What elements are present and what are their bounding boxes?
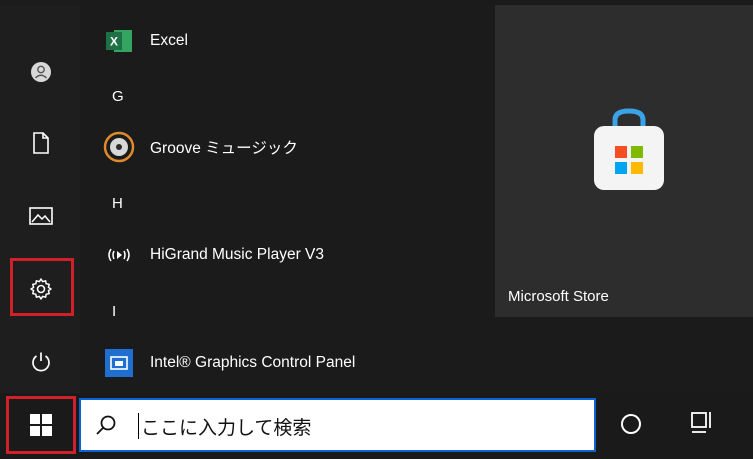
- windows-logo-icon: [30, 414, 52, 436]
- app-item-intel-graphics[interactable]: Intel® Graphics Control Panel: [102, 342, 355, 384]
- power-icon: [32, 352, 50, 372]
- start-button[interactable]: [6, 396, 76, 454]
- pictures-button[interactable]: [14, 193, 68, 239]
- user-button[interactable]: [14, 49, 68, 95]
- app-label: Excel: [150, 32, 188, 49]
- pictures-icon: [29, 207, 53, 225]
- task-view-icon[interactable]: [690, 409, 714, 435]
- letter-header-h[interactable]: H: [112, 195, 123, 212]
- app-item-excel[interactable]: X Excel: [102, 20, 188, 62]
- user-icon: [31, 62, 51, 82]
- app-label: Groove ミュージック: [150, 140, 298, 157]
- microsoft-store-icon: [594, 108, 664, 190]
- start-menu: X Excel G Groove ミュージック H HiGrand Music …: [0, 0, 753, 393]
- microsoft-store-tile[interactable]: Microsoft Store: [495, 5, 753, 317]
- documents-button[interactable]: [14, 120, 68, 166]
- power-button[interactable]: [14, 339, 68, 385]
- app-item-higrand[interactable]: HiGrand Music Player V3: [102, 234, 324, 276]
- svg-text:X: X: [110, 35, 118, 49]
- higrand-player-icon: [108, 248, 130, 262]
- app-label: HiGrand Music Player V3: [150, 246, 325, 263]
- cortana-icon[interactable]: [621, 414, 641, 434]
- app-label: Intel® Graphics Control Panel: [150, 354, 356, 371]
- search-icon: [96, 415, 116, 435]
- excel-icon: X: [106, 30, 132, 52]
- letter-header-g[interactable]: G: [112, 88, 124, 105]
- taskbar: ここに入力して検索: [0, 393, 753, 459]
- start-sidebar: [0, 5, 80, 393]
- text-caret: [138, 413, 139, 439]
- settings-highlight-box: [10, 258, 74, 316]
- groove-music-icon: [103, 131, 135, 163]
- search-box[interactable]: ここに入力して検索: [79, 398, 596, 452]
- search-placeholder: ここに入力して検索: [141, 417, 312, 439]
- intel-graphics-icon: [105, 349, 133, 377]
- tile-label: Microsoft Store: [508, 288, 609, 305]
- document-icon: [33, 132, 49, 154]
- letter-header-i[interactable]: I: [112, 303, 116, 320]
- app-list: X Excel G Groove ミュージック H HiGrand Music …: [80, 5, 495, 393]
- app-item-groove[interactable]: Groove ミュージック: [102, 126, 298, 168]
